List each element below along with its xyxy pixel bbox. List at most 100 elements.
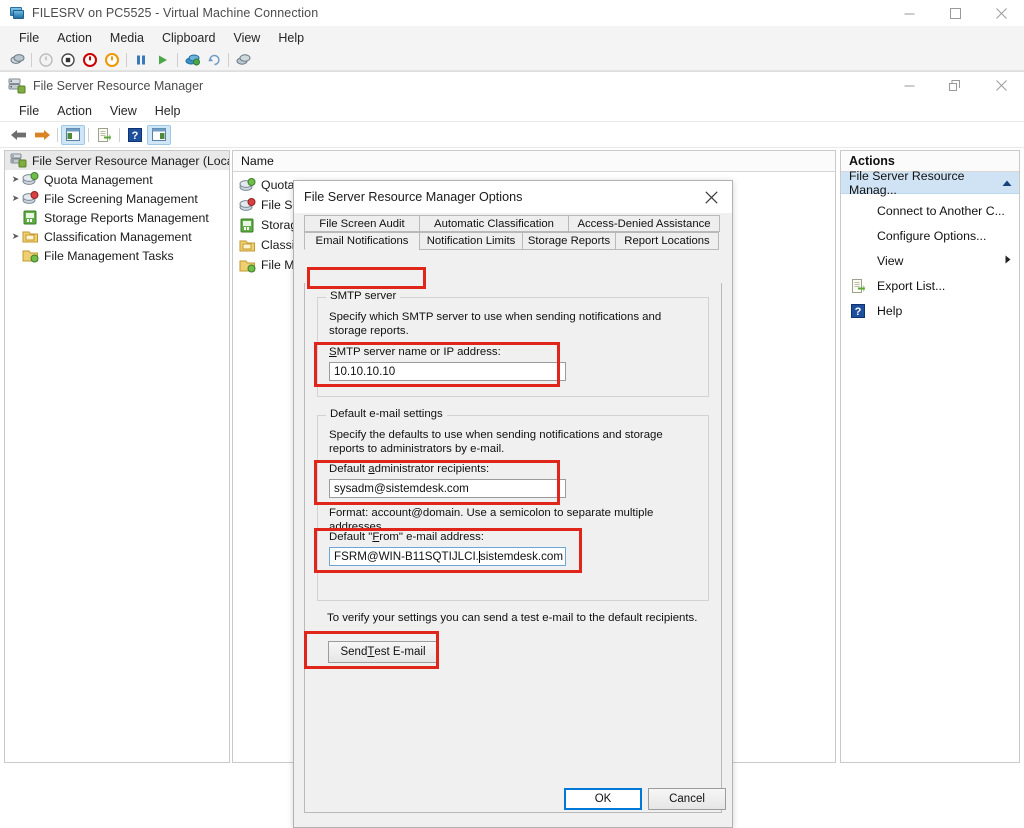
- pause-icon[interactable]: [130, 51, 152, 69]
- vm-minimize-button[interactable]: [886, 0, 932, 26]
- tree-item-classification-management[interactable]: ➤ Classification Management: [5, 227, 229, 246]
- tab-file-screen-audit[interactable]: File Screen Audit: [304, 215, 420, 232]
- classification-icon: [22, 229, 39, 244]
- classification-icon: [239, 238, 256, 253]
- console-tree-pane: File Server Resource Manager (Local) ➤ Q…: [4, 150, 230, 763]
- virtual-machine-connection-window: FILESRV on PC5525 - Virtual Machine Conn…: [0, 0, 1024, 828]
- action-label: Export List...: [877, 278, 946, 293]
- mmc-menu-view[interactable]: View: [101, 102, 146, 120]
- action-help[interactable]: ? Help: [841, 298, 1019, 323]
- chevron-up-icon[interactable]: [1002, 176, 1012, 190]
- checkpoint-icon[interactable]: [181, 51, 203, 69]
- tree-item-quota-management[interactable]: ➤ Quota Management: [5, 170, 229, 189]
- tab-report-locations[interactable]: Report Locations: [615, 232, 719, 250]
- cancel-button[interactable]: Cancel: [648, 788, 726, 810]
- email-format-hint: Format: account@domain. Use a semicolon …: [329, 507, 654, 533]
- tree-item-file-management-tasks[interactable]: File Management Tasks: [5, 246, 229, 265]
- action-label: Help: [877, 303, 903, 318]
- help-icon[interactable]: ?: [123, 125, 147, 145]
- vm-menu-file[interactable]: File: [10, 29, 48, 47]
- actions-pane: Actions File Server Resource Manag... Co…: [840, 150, 1020, 763]
- tree-item-label: Storage Reports Management: [44, 210, 209, 225]
- enhanced-session-icon[interactable]: [232, 51, 254, 69]
- smtp-server-input[interactable]: 10.10.10.10: [329, 362, 566, 381]
- revert-icon[interactable]: [203, 51, 225, 69]
- turn-off-icon[interactable]: [79, 51, 101, 69]
- export-list-icon[interactable]: [92, 125, 116, 145]
- vm-close-button[interactable]: [978, 0, 1024, 26]
- ctrl-alt-del-icon[interactable]: [6, 51, 28, 69]
- dialog-body: File Screen Audit Automatic Classificati…: [294, 213, 732, 827]
- result-pane-header: Name: [233, 151, 835, 172]
- storage-reports-icon: [239, 218, 256, 233]
- mmc-menu-action[interactable]: Action: [48, 102, 101, 120]
- mmc-toolbar: ?: [0, 122, 1024, 148]
- forward-arrow-icon[interactable]: [30, 125, 54, 145]
- mmc-minimize-button[interactable]: [886, 72, 932, 98]
- tree-item-storage-reports-management[interactable]: Storage Reports Management: [5, 208, 229, 227]
- email-description: Specify the defaults to use when sending…: [329, 429, 663, 455]
- vm-toolbar: [0, 49, 1024, 71]
- export-list-icon: [851, 278, 871, 293]
- start-icon[interactable]: [35, 51, 57, 69]
- resume-icon[interactable]: [152, 51, 174, 69]
- vm-menu-action[interactable]: Action: [48, 29, 101, 47]
- show-hide-console-tree-icon[interactable]: [61, 124, 85, 145]
- show-hide-action-pane-icon[interactable]: [147, 124, 171, 145]
- tab-storage-reports[interactable]: Storage Reports: [522, 232, 616, 250]
- actions-group-header[interactable]: File Server Resource Manag...: [841, 168, 1019, 197]
- tab-email-notifications[interactable]: Email Notifications: [304, 232, 420, 250]
- vm-menu-view[interactable]: View: [224, 29, 269, 47]
- chevron-right-icon[interactable]: ➤: [9, 174, 22, 185]
- vm-menu-clipboard[interactable]: Clipboard: [153, 29, 225, 47]
- default-email-settings-group: Default e-mail settings Specify the defa…: [317, 408, 709, 601]
- vm-menu-help[interactable]: Help: [269, 29, 313, 47]
- verify-settings-text: To verify your settings you can send a t…: [327, 612, 698, 624]
- list-item-label: Quota: [261, 178, 295, 192]
- send-test-email-button[interactable]: Send Test E-mail: [328, 641, 438, 663]
- mmc-titlebar: File Server Resource Manager: [0, 72, 1024, 100]
- mmc-restore-button[interactable]: [932, 72, 978, 98]
- mmc-close-button[interactable]: [978, 72, 1024, 98]
- quota-management-icon: [22, 172, 39, 187]
- mmc-menu-help[interactable]: Help: [146, 102, 190, 120]
- back-arrow-icon[interactable]: [6, 125, 30, 145]
- admin-recipients-input[interactable]: sysadm@sistemdesk.com: [329, 479, 566, 498]
- email-group-title: Default e-mail settings: [326, 408, 447, 420]
- email-notifications-panel: SMTP server Specify which SMTP server to…: [304, 283, 722, 813]
- chevron-right-icon[interactable]: ➤: [9, 193, 22, 204]
- tree-item-label: Classification Management: [44, 229, 192, 244]
- tab-automatic-classification[interactable]: Automatic Classification: [419, 215, 569, 232]
- column-header-name: Name: [241, 154, 274, 168]
- tree-item-file-screening-management[interactable]: ➤ File Screening Management: [5, 189, 229, 208]
- mmc-menu-file[interactable]: File: [10, 102, 48, 120]
- chevron-right-icon[interactable]: ➤: [9, 231, 22, 242]
- from-address-input[interactable]: FSRM@WIN-B11SQTIJLCI. sistemdesk.com: [329, 547, 566, 566]
- mmc-window-controls: [886, 72, 1024, 98]
- close-icon[interactable]: [690, 182, 732, 212]
- smtp-server-group: SMTP server Specify which SMTP server to…: [317, 290, 709, 397]
- action-export-list[interactable]: Export List...: [841, 273, 1019, 298]
- reset-icon[interactable]: [101, 51, 123, 69]
- smtp-server-field-label: SMTP server name or IP address:: [329, 346, 501, 358]
- file-management-tasks-icon: [22, 248, 39, 263]
- svg-text:?: ?: [855, 306, 862, 318]
- fsrm-options-dialog: File Server Resource Manager Options Fil…: [293, 180, 733, 828]
- dialog-tab-strip: File Screen Audit Automatic Classificati…: [304, 215, 722, 250]
- action-connect-to-another-computer[interactable]: Connect to Another C...: [841, 198, 1019, 223]
- vm-menu-media[interactable]: Media: [101, 29, 153, 47]
- vm-maximize-button[interactable]: [932, 0, 978, 26]
- shutdown-icon[interactable]: [57, 51, 79, 69]
- tab-access-denied-assistance[interactable]: Access-Denied Assistance: [568, 215, 720, 232]
- mmc-title-text: File Server Resource Manager: [33, 79, 204, 93]
- action-view[interactable]: View: [841, 248, 1019, 273]
- tree-item-fsrm-root[interactable]: File Server Resource Manager (Local): [5, 151, 229, 170]
- actions-group-label: File Server Resource Manag...: [849, 168, 965, 197]
- mmc-menubar: File Action View Help: [0, 100, 1024, 122]
- tab-notification-limits[interactable]: Notification Limits: [419, 232, 523, 250]
- file-management-tasks-icon: [239, 258, 256, 273]
- ok-button[interactable]: OK: [564, 788, 642, 810]
- action-label: View: [877, 253, 904, 268]
- vm-window-controls: [886, 0, 1024, 26]
- action-configure-options[interactable]: Configure Options...: [841, 223, 1019, 248]
